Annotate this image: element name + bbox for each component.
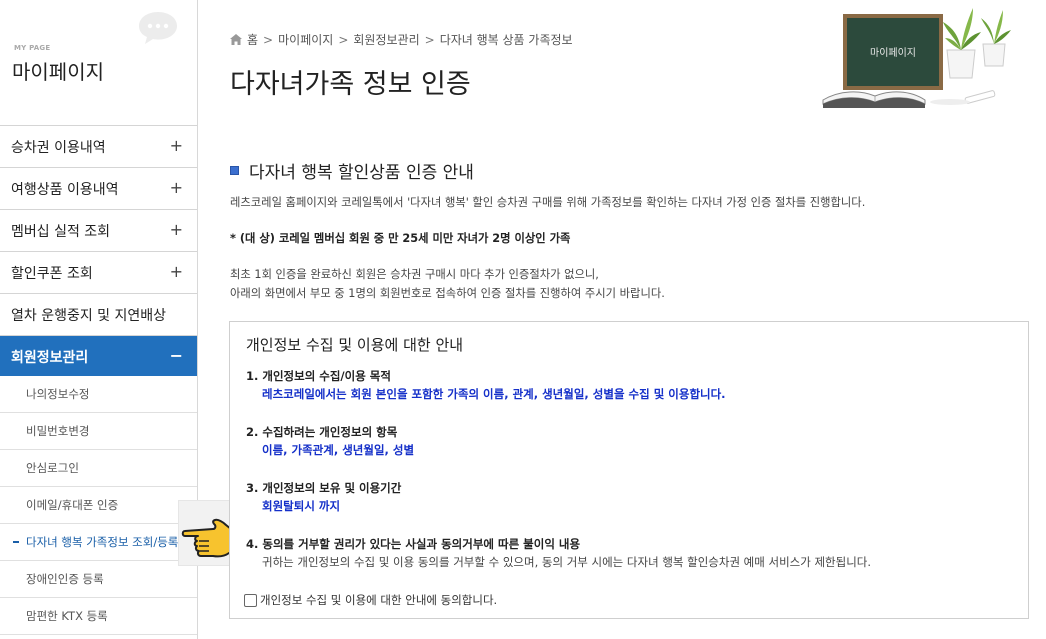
privacy-item-title: 2. 수집하려는 개인정보의 항목 bbox=[246, 425, 398, 439]
section-title-text: 다자녀 행복 할인상품 인증 안내 bbox=[249, 163, 474, 183]
privacy-title: 개인정보 수집 및 이용에 대한 안내 bbox=[246, 336, 464, 354]
sidebar-header: MY PAGE 마이페이지 bbox=[0, 0, 197, 126]
chalkboard-illustration: 마이페이지 bbox=[822, 8, 1011, 108]
submenu-email-phone-auth[interactable]: 이메일/휴대폰 인증 bbox=[0, 487, 197, 524]
breadcrumb-home[interactable]: 홈 bbox=[247, 31, 258, 48]
chat-bubble-icon bbox=[139, 12, 177, 44]
breadcrumb-mypage[interactable]: 마이페이지 bbox=[278, 31, 333, 48]
privacy-item-body: 회원탈퇴시 까지 bbox=[262, 499, 341, 513]
menu-item-ticket-history[interactable]: 승차권 이용내역 + bbox=[0, 126, 197, 168]
privacy-item-body: 귀하는 개인정보의 수집 및 이용 동의를 거부할 수 있으며, 동의 거부 시… bbox=[262, 555, 872, 569]
submenu-multichild-family[interactable]: 다자녀 행복 가족정보 조회/등록 bbox=[0, 524, 197, 561]
breadcrumb: 홈 > 마이페이지 > 회원정보관리 > 다자녀 행복 상품 가족정보 bbox=[230, 31, 573, 48]
home-icon[interactable] bbox=[230, 34, 242, 45]
sidebar: MY PAGE 마이페이지 승차권 이용내역 + 여행상품 이용내역 + 멤버십… bbox=[0, 0, 198, 639]
expand-plus-icon: + bbox=[169, 262, 183, 281]
submenu-label: 이메일/휴대폰 인증 bbox=[26, 498, 119, 512]
menu-item-label: 여행상품 이용내역 bbox=[11, 181, 119, 198]
privacy-consent-box: 개인정보 수집 및 이용에 대한 안내 1. 개인정보의 수집/이용 목적 레츠… bbox=[229, 321, 1029, 619]
submenu-edit-info[interactable]: 나의정보수정 bbox=[0, 376, 197, 413]
breadcrumb-member-info[interactable]: 회원정보관리 bbox=[353, 31, 419, 48]
privacy-item-body: 이름, 가족관계, 생년월일, 성별 bbox=[262, 443, 415, 457]
menu-item-label: 승차권 이용내역 bbox=[11, 139, 106, 156]
sidebar-title: 마이페이지 bbox=[12, 60, 104, 84]
breadcrumb-separator: > bbox=[263, 32, 274, 47]
expand-plus-icon: + bbox=[169, 178, 183, 197]
privacy-item-title: 1. 개인정보의 수집/이용 목적 bbox=[246, 369, 391, 383]
note-line-2: 아래의 화면에서 부모 중 1명의 회원번호로 접속하여 인증 절차를 진행하여… bbox=[230, 287, 665, 300]
menu-item-label: 멤버십 실적 조회 bbox=[11, 223, 111, 240]
privacy-item-body: 레츠코레일에서는 회원 본인을 포함한 가족의 이름, 관계, 생년월일, 성별… bbox=[262, 387, 726, 401]
note-line-1: 최초 1회 인증을 완료하신 회원은 승차권 구매시 마다 추가 인증절차가 없… bbox=[230, 268, 599, 281]
submenu-disability-auth[interactable]: 장애인인증 등록 bbox=[0, 561, 197, 598]
submenu-safe-login[interactable]: 안심로그인 bbox=[0, 450, 197, 487]
section-title: 다자녀 행복 할인상품 인증 안내 bbox=[230, 158, 474, 183]
menu-item-membership[interactable]: 멤버십 실적 조회 + bbox=[0, 210, 197, 252]
submenu-label: 다자녀 행복 가족정보 조회/등록 bbox=[26, 535, 179, 549]
page-title: 다자녀가족 정보 인증 bbox=[230, 69, 471, 100]
board-text: 마이페이지 bbox=[870, 47, 916, 59]
menu-item-member-info[interactable]: 회원정보관리 − bbox=[0, 336, 197, 378]
menu-item-label: 할인쿠폰 조회 bbox=[11, 265, 93, 282]
collapse-minus-icon: − bbox=[169, 346, 183, 365]
current-indicator bbox=[13, 541, 19, 543]
menu-item-travel-history[interactable]: 여행상품 이용내역 + bbox=[0, 168, 197, 210]
submenu-label: 나의정보수정 bbox=[26, 387, 90, 401]
expand-plus-icon: + bbox=[169, 136, 183, 155]
agree-label: 개인정보 수집 및 이용에 대한 안내에 동의합니다. bbox=[260, 593, 498, 607]
privacy-item-title: 3. 개인정보의 보유 및 이용기간 bbox=[246, 481, 402, 495]
intro-text: 레츠코레일 홈페이지와 코레일톡에서 '다자녀 행복' 할인 승차권 구매를 위… bbox=[230, 196, 866, 209]
submenu-label: 맘편한 KTX 등록 bbox=[26, 609, 108, 623]
submenu-label: 비밀번호변경 bbox=[26, 424, 90, 438]
privacy-agree-row[interactable]: 개인정보 수집 및 이용에 대한 안내에 동의합니다. bbox=[244, 592, 497, 608]
menu-item-label: 회원정보관리 bbox=[11, 350, 89, 366]
submenu-comfortable-ktx[interactable]: 맘편한 KTX 등록 bbox=[0, 598, 197, 635]
submenu-label: 안심로그인 bbox=[26, 461, 79, 475]
menu-item-delay-compensation[interactable]: 열차 운행중지 및 지연배상 bbox=[0, 294, 197, 336]
agree-checkbox[interactable] bbox=[244, 593, 257, 607]
submenu-change-password[interactable]: 비밀번호변경 bbox=[0, 413, 197, 450]
privacy-item-title: 4. 동의를 거부할 권리가 있다는 사실과 동의거부에 따른 불이익 내용 bbox=[246, 537, 581, 551]
menu-item-coupon[interactable]: 할인쿠폰 조회 + bbox=[0, 252, 197, 294]
submenu-label: 장애인인증 등록 bbox=[26, 572, 104, 586]
menu-item-label: 열차 운행중지 및 지연배상 bbox=[11, 307, 167, 324]
breadcrumb-separator: > bbox=[338, 32, 349, 47]
square-bullet-icon bbox=[230, 166, 239, 175]
target-text: * (대 상) 코레일 멤버십 회원 중 만 25세 미만 자녀가 2명 이상인… bbox=[230, 232, 571, 245]
expand-plus-icon: + bbox=[169, 220, 183, 239]
sidebar-en-title: MY PAGE bbox=[14, 44, 51, 52]
breadcrumb-current: 다자녀 행복 상품 가족정보 bbox=[439, 33, 573, 47]
breadcrumb-separator: > bbox=[424, 32, 435, 47]
